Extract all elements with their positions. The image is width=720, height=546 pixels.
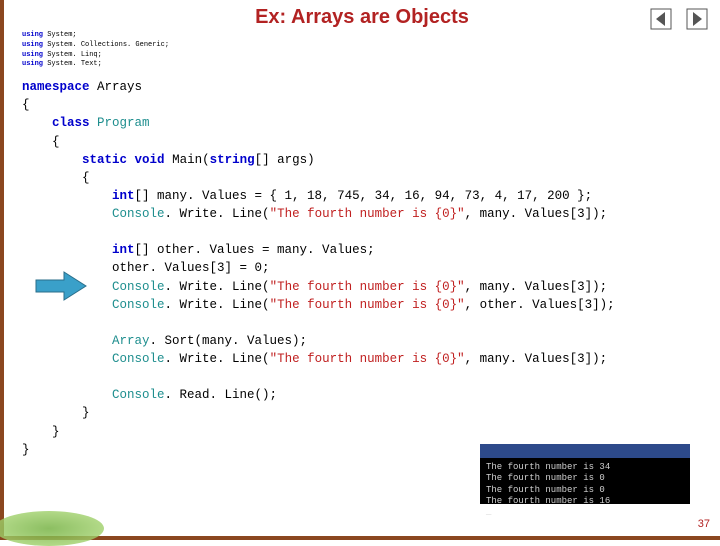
kw-namespace: namespace: [22, 80, 90, 94]
nav-forward-button[interactable]: [686, 8, 708, 35]
class-name: Program: [97, 116, 150, 130]
wl: . Write. Line(: [165, 352, 270, 366]
code-line: other. Values[3] = 0;: [112, 261, 270, 275]
wl: . Write. Line(: [165, 207, 270, 221]
decorative-blob: [0, 511, 104, 546]
brace: }: [52, 425, 60, 439]
code-block: namespace Arrays { class Program { stati…: [4, 74, 720, 459]
main-name: Main(: [165, 153, 210, 167]
kw-static: static: [82, 153, 127, 167]
code-line: , many. Values[3]);: [465, 280, 608, 294]
str: "The fourth number is {0}": [270, 280, 465, 294]
ns-name: Arrays: [90, 80, 143, 94]
kw-int: int: [112, 243, 135, 257]
brace: {: [82, 171, 90, 185]
cls-console: Console: [112, 388, 165, 402]
slide: Ex: Arrays are Objects using System; usi…: [0, 0, 720, 540]
str: "The fourth number is {0}": [270, 207, 465, 221]
kw-class: class: [52, 116, 90, 130]
brace: {: [22, 98, 30, 112]
cls-console: Console: [112, 298, 165, 312]
wl: . Write. Line(: [165, 298, 270, 312]
code-line: , other. Values[3]);: [465, 298, 615, 312]
console-output: The fourth number is 34 The fourth numbe…: [480, 444, 690, 504]
code-line: , many. Values[3]);: [465, 352, 608, 366]
cls-array: Array: [112, 334, 150, 348]
str: "The fourth number is {0}": [270, 298, 465, 312]
slide-title: Ex: Arrays are Objects: [4, 0, 720, 29]
code-line: [] other. Values = many. Values;: [135, 243, 375, 257]
kw-int: int: [112, 189, 135, 203]
code-line: . Sort(many. Values);: [150, 334, 308, 348]
brace: {: [52, 135, 60, 149]
code-line: , many. Values[3]);: [465, 207, 608, 221]
cls-console: Console: [112, 280, 165, 294]
kw-void: void: [135, 153, 165, 167]
cls-console: Console: [112, 352, 165, 366]
using-block: using System; using System. Collections.…: [4, 29, 720, 74]
page-number: 37: [698, 518, 710, 530]
using-kw: using: [22, 31, 43, 39]
args: [] args): [255, 153, 315, 167]
pointer-arrow-icon: [34, 270, 89, 307]
code-line: [] many. Values = { 1, 18, 745, 34, 16, …: [135, 189, 593, 203]
cls-console: Console: [112, 207, 165, 221]
str: "The fourth number is {0}": [270, 352, 465, 366]
nav-back-button[interactable]: [650, 8, 672, 35]
nav-buttons: [646, 8, 708, 35]
code-line: . Read. Line();: [165, 388, 278, 402]
wl: . Write. Line(: [165, 280, 270, 294]
kw-string: string: [210, 153, 255, 167]
brace: }: [22, 443, 30, 457]
brace: }: [82, 406, 90, 420]
